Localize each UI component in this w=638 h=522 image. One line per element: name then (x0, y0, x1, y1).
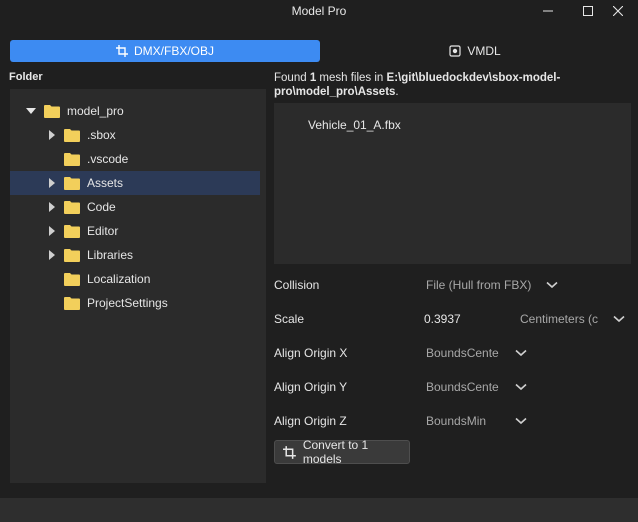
tree-item-label: Code (87, 200, 116, 214)
tree-item-label: ProjectSettings (87, 296, 168, 310)
found-summary: Found 1 mesh files in E:\git\bluedockdev… (274, 71, 634, 99)
tree-item-libraries[interactable]: Libraries (10, 243, 260, 267)
align-origin-x-label: Align Origin X (274, 346, 348, 360)
found-middle: mesh files in (316, 72, 387, 84)
close-button[interactable] (598, 0, 638, 22)
tree-item-label: Localization (87, 272, 151, 286)
collision-label: Collision (274, 278, 320, 292)
convert-button-label: Convert to 1 models (302, 438, 369, 466)
folder-panel-label: Folder (9, 71, 43, 83)
folder-icon (64, 225, 80, 238)
chevron-right-icon[interactable] (47, 130, 57, 140)
tree-item-localization[interactable]: Localization (10, 267, 260, 291)
align-origin-y-dropdown[interactable]: BoundsCente (426, 380, 502, 394)
tab-label: VMDL (467, 44, 501, 58)
tab-bar: DMX/FBX/OBJ VMDL (0, 40, 638, 62)
mesh-file-list[interactable]: Vehicle_01_A.fbx (274, 103, 631, 264)
folder-icon (64, 249, 80, 262)
chevron-down-icon[interactable] (515, 383, 527, 391)
align-origin-z-dropdown[interactable]: BoundsMin (426, 414, 502, 428)
folder-icon (64, 177, 80, 190)
align-origin-y-label: Align Origin Y (274, 380, 348, 394)
found-prefix: Found (274, 72, 310, 84)
tree-item-code[interactable]: Code (10, 195, 260, 219)
tree-item-vscode[interactable]: .vscode (10, 147, 260, 171)
collision-dropdown[interactable]: File (Hull from FBX) (426, 278, 536, 292)
tree-item-model-pro[interactable]: model_pro (10, 99, 260, 123)
folder-icon (64, 297, 80, 310)
chevron-down-icon[interactable] (515, 417, 527, 425)
found-suffix: . (395, 86, 399, 98)
chevron-right-icon[interactable] (47, 226, 57, 236)
minimize-icon (543, 10, 553, 12)
scale-unit-dropdown[interactable]: Centimeters (c (520, 312, 598, 326)
align-origin-z-label: Align Origin Z (274, 414, 347, 428)
scale-label: Scale (274, 312, 305, 326)
folder-icon (64, 273, 80, 286)
folder-icon (44, 105, 60, 118)
chevron-right-icon[interactable] (47, 250, 57, 260)
crop-icon (115, 45, 128, 57)
align-origin-x-dropdown[interactable]: BoundsCente (426, 346, 502, 360)
minimize-button[interactable] (528, 0, 568, 22)
folder-icon (64, 153, 80, 166)
folder-icon (64, 201, 80, 214)
close-icon (613, 6, 623, 16)
chevron-right-icon[interactable] (47, 202, 57, 212)
tree-item-projectsettings[interactable]: ProjectSettings (10, 291, 260, 315)
tree-item-label: Assets (87, 176, 124, 190)
tree-item-assets[interactable]: Assets (10, 171, 260, 195)
tree-item-label: .sbox (87, 128, 116, 142)
crop-icon (283, 445, 296, 459)
tree-item-label: .vscode (87, 152, 129, 166)
chevron-down-icon[interactable] (613, 315, 625, 323)
tree-item-label: model_pro (67, 104, 124, 118)
tree-item-label: Libraries (87, 248, 134, 262)
title-bar: Model Pro (0, 0, 638, 22)
maximize-icon (583, 6, 593, 16)
tab-label: DMX/FBX/OBJ (133, 44, 214, 58)
folder-icon (64, 129, 80, 142)
convert-button[interactable]: Convert to 1 models (274, 438, 410, 466)
status-bar (0, 498, 638, 522)
chevron-right-icon[interactable] (47, 178, 57, 188)
chevron-down-icon[interactable] (515, 349, 527, 357)
tree-item-sbox[interactable]: .sbox (10, 123, 260, 147)
tree-item-editor[interactable]: Editor (10, 219, 260, 243)
tab-vmdl[interactable]: VMDL (322, 40, 628, 62)
folder-tree[interactable]: model_pro .sbox .vscode Assets Code Edit… (10, 89, 266, 483)
scale-input[interactable]: 0.3937 (424, 312, 504, 326)
model-icon (449, 45, 461, 57)
mesh-file-item[interactable]: Vehicle_01_A.fbx (308, 118, 401, 132)
chevron-down-icon[interactable] (546, 281, 558, 289)
tab-dmx-fbx-obj[interactable]: DMX/FBX/OBJ (10, 40, 320, 62)
chevron-down-icon[interactable] (26, 106, 36, 116)
tree-item-label: Editor (87, 224, 119, 238)
